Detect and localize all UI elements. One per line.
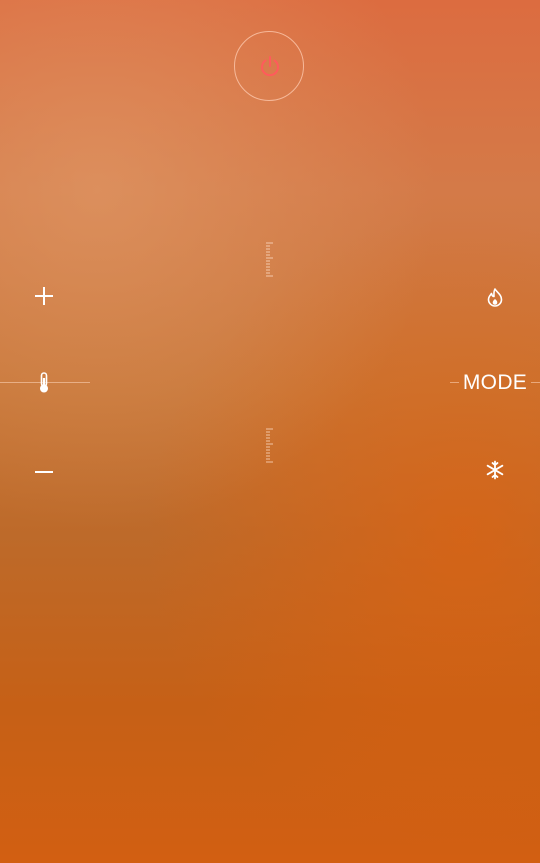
lower-scale-ticks [264,428,276,464]
mode-button[interactable]: MODE [459,371,531,395]
cool-mode-button[interactable] [481,456,509,484]
right-indicator-line-left [450,382,459,383]
decrease-button[interactable] [30,455,58,483]
temperature-indicator [33,371,55,395]
heat-mode-button[interactable] [481,283,509,311]
power-button[interactable] [234,31,304,101]
upper-scale-ticks [264,242,276,278]
power-icon [261,56,279,77]
increase-button[interactable] [30,282,58,310]
minus-icon [35,471,53,473]
flame-icon [487,287,503,307]
thermometer-icon [40,372,48,393]
plus-icon [35,287,53,305]
right-indicator-line-right [531,382,540,383]
snowflake-icon [486,460,504,480]
